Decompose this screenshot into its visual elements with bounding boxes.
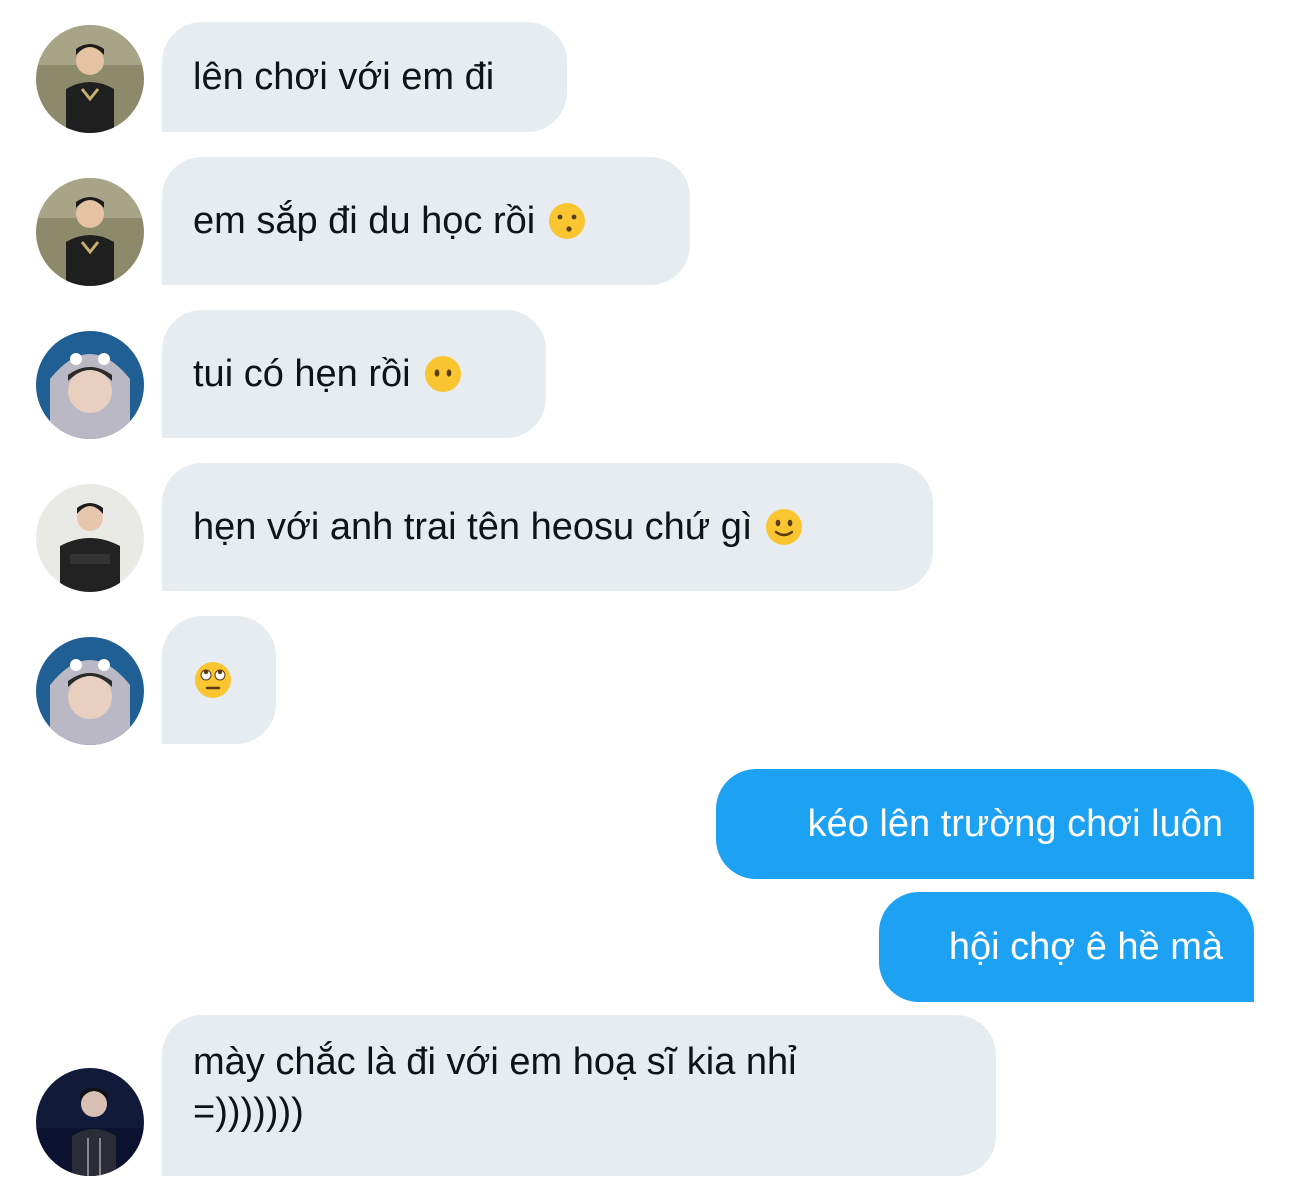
message-text: hẹn với anh trai tên heosu chứ gì [193, 506, 753, 548]
message-text: hội chợ ê hề mà [948, 926, 1223, 968]
incoming-message-bubble[interactable] [162, 616, 276, 744]
message-text: em sắp đi du học rồi [193, 200, 536, 242]
avatar[interactable] [36, 637, 144, 745]
avatar[interactable] [36, 178, 144, 286]
slight-smile-icon [764, 507, 804, 547]
incoming-message-bubble[interactable]: hẹn với anh trai tên heosu chứ gì [162, 463, 933, 591]
message-text: tui có hẹn rồi [193, 353, 411, 395]
avatar[interactable] [36, 331, 144, 439]
avatar[interactable] [36, 484, 144, 592]
no-mouth-face-icon [423, 354, 463, 394]
message-text: lên chơi với em đi [193, 56, 495, 98]
kissing-face-icon [547, 201, 587, 241]
outgoing-message-bubble[interactable]: kéo lên trường chơi luôn [716, 769, 1254, 879]
eye-roll-icon [193, 660, 233, 700]
incoming-message-bubble[interactable]: em sắp đi du học rồi [162, 157, 690, 285]
message-text: kéo lên trường chơi luôn [807, 803, 1223, 845]
incoming-message-bubble[interactable]: mày chắc là đi với em hoạ sĩ kia nhỉ =))… [162, 1015, 996, 1176]
incoming-message-bubble[interactable]: lên chơi với em đi [162, 22, 567, 132]
message-text: mày chắc là đi với em hoạ sĩ kia nhỉ =))… [193, 1041, 797, 1133]
incoming-message-bubble[interactable]: tui có hẹn rồi [162, 310, 546, 438]
avatar[interactable] [36, 25, 144, 133]
avatar[interactable] [36, 1068, 144, 1176]
outgoing-message-bubble[interactable]: hội chợ ê hề mà [879, 892, 1254, 1002]
